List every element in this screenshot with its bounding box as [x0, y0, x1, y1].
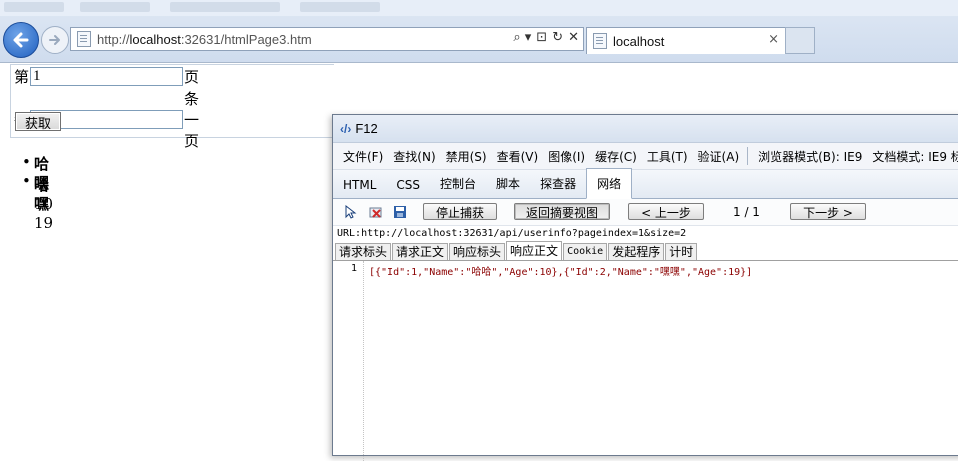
stop-capture-button[interactable]: 停止捕获	[423, 203, 497, 220]
tab-profiler[interactable]: 探查器	[530, 175, 586, 198]
menu-find[interactable]: 查找(N)	[393, 148, 435, 165]
response-json: [{"Id":1,"Name":"哈哈","Age":10},{"Id":2,"…	[369, 267, 753, 278]
back-button[interactable]	[3, 22, 39, 58]
menu-disable[interactable]: 禁用(S)	[446, 148, 487, 165]
network-toolbar: 停止捕获 返回摘要视图 < 上一步 1 / 1 下一步 >	[333, 199, 958, 226]
devtools-window: ‹/› F12 文件(F) 查找(N) 禁用(S) 查看(V) 图像(I) 缓存…	[332, 114, 958, 461]
line-gutter: 1	[333, 261, 364, 461]
page-index-row: 第 页	[14, 66, 199, 87]
menu-view[interactable]: 查看(V)	[497, 148, 539, 165]
tab-page-icon	[593, 33, 607, 49]
list-item: 哈哈 10	[22, 153, 53, 213]
page-indicator: 1 / 1	[733, 205, 760, 219]
fetch-button[interactable]: 获取	[15, 112, 61, 132]
favorites-bar	[0, 0, 958, 16]
browser-chrome: http://localhost:32631/htmlPage3.htm ⌕ ▾…	[0, 0, 958, 63]
detail-tabs: 请求标头 请求正文 响应标头 响应正文 Cookie 发起程序 计时	[333, 241, 958, 261]
subtab-request-body[interactable]: 请求正文	[392, 243, 449, 260]
menu-images[interactable]: 图像(I)	[548, 148, 585, 165]
address-url[interactable]: http://localhost:32631/htmlPage3.htm	[97, 32, 312, 47]
tab-html[interactable]: HTML	[333, 178, 386, 198]
clear-icon[interactable]	[369, 205, 383, 219]
menu-cache[interactable]: 缓存(C)	[595, 148, 637, 165]
forward-button[interactable]	[41, 26, 69, 54]
tab-script[interactable]: 脚本	[486, 175, 530, 198]
results-list: 哈哈 10 嘿嘿 19	[22, 153, 53, 232]
refresh-icon[interactable]: ↻	[552, 30, 563, 45]
subtab-initiator[interactable]: 发起程序	[608, 243, 665, 260]
subtab-response-headers[interactable]: 响应标头	[449, 243, 506, 260]
menu-tools[interactable]: 工具(T)	[647, 148, 688, 165]
subtab-cookies[interactable]: Cookie	[563, 243, 608, 260]
user-name: 嘿嘿	[34, 174, 50, 213]
devtools-tabs: HTML CSS 控制台 脚本 探查器 网络	[333, 168, 958, 199]
menu-separator	[747, 147, 749, 165]
page-index-prefix: 第	[14, 68, 30, 86]
arrow-right-icon	[49, 35, 60, 45]
compatibility-view-icon[interactable]: ⊡	[536, 30, 547, 45]
tab-title: localhost	[613, 33, 665, 49]
stop-icon[interactable]: ✕	[568, 30, 579, 45]
devtools-menubar: 文件(F) 查找(N) 禁用(S) 查看(V) 图像(I) 缓存(C) 工具(T…	[333, 143, 958, 170]
search-dropdown-icon[interactable]: ⌕ ▾	[513, 30, 531, 45]
cursor-icon[interactable]	[343, 204, 357, 219]
address-bar[interactable]: http://localhost:32631/htmlPage3.htm ⌕ ▾…	[70, 27, 584, 51]
close-icon[interactable]: ×	[768, 32, 779, 47]
browser-tab[interactable]: localhost ×	[586, 27, 786, 54]
devtools-title: F12	[355, 121, 378, 136]
menu-file[interactable]: 文件(F)	[343, 148, 383, 165]
devtools-icon: ‹/›	[340, 121, 352, 136]
devtools-titlebar[interactable]: ‹/› F12	[333, 115, 958, 143]
tab-console[interactable]: 控制台	[430, 175, 486, 198]
menu-validate[interactable]: 验证(A)	[698, 148, 740, 165]
tab-network[interactable]: 网络	[586, 168, 633, 199]
page-index-input[interactable]	[30, 67, 184, 86]
save-icon[interactable]	[393, 205, 407, 219]
menu-browser-mode[interactable]: 浏览器模式(B): IE9	[758, 148, 862, 165]
next-button[interactable]: 下一步 >	[790, 203, 866, 220]
list-item: 嘿嘿 19	[22, 172, 53, 232]
response-body-viewer[interactable]: 1 [{"Id":1,"Name":"哈哈","Age":10},{"Id":2…	[333, 261, 958, 461]
subtab-timings[interactable]: 计时	[665, 243, 698, 260]
menu-document-mode[interactable]: 文档模式: IE9 标	[872, 148, 958, 165]
line-number: 1	[350, 263, 357, 274]
page-index-suffix: 页	[184, 68, 200, 86]
subtab-response-body[interactable]: 响应正文	[506, 241, 563, 260]
address-tools: ⌕ ▾ ⊡ ↻ ✕	[513, 30, 579, 45]
request-url: URL:http://localhost:32631/api/userinfo?…	[337, 228, 687, 239]
subtab-request-headers[interactable]: 请求标头	[335, 243, 392, 260]
page-size-suffix: 条一页	[184, 90, 200, 150]
arrow-left-icon	[13, 32, 29, 48]
previous-button[interactable]: < 上一步	[628, 203, 704, 220]
page-icon	[77, 31, 91, 47]
new-tab-button[interactable]	[785, 27, 815, 54]
user-age: 19	[34, 214, 54, 232]
tab-css[interactable]: CSS	[386, 178, 430, 198]
summary-view-button[interactable]: 返回摘要视图	[514, 203, 610, 220]
